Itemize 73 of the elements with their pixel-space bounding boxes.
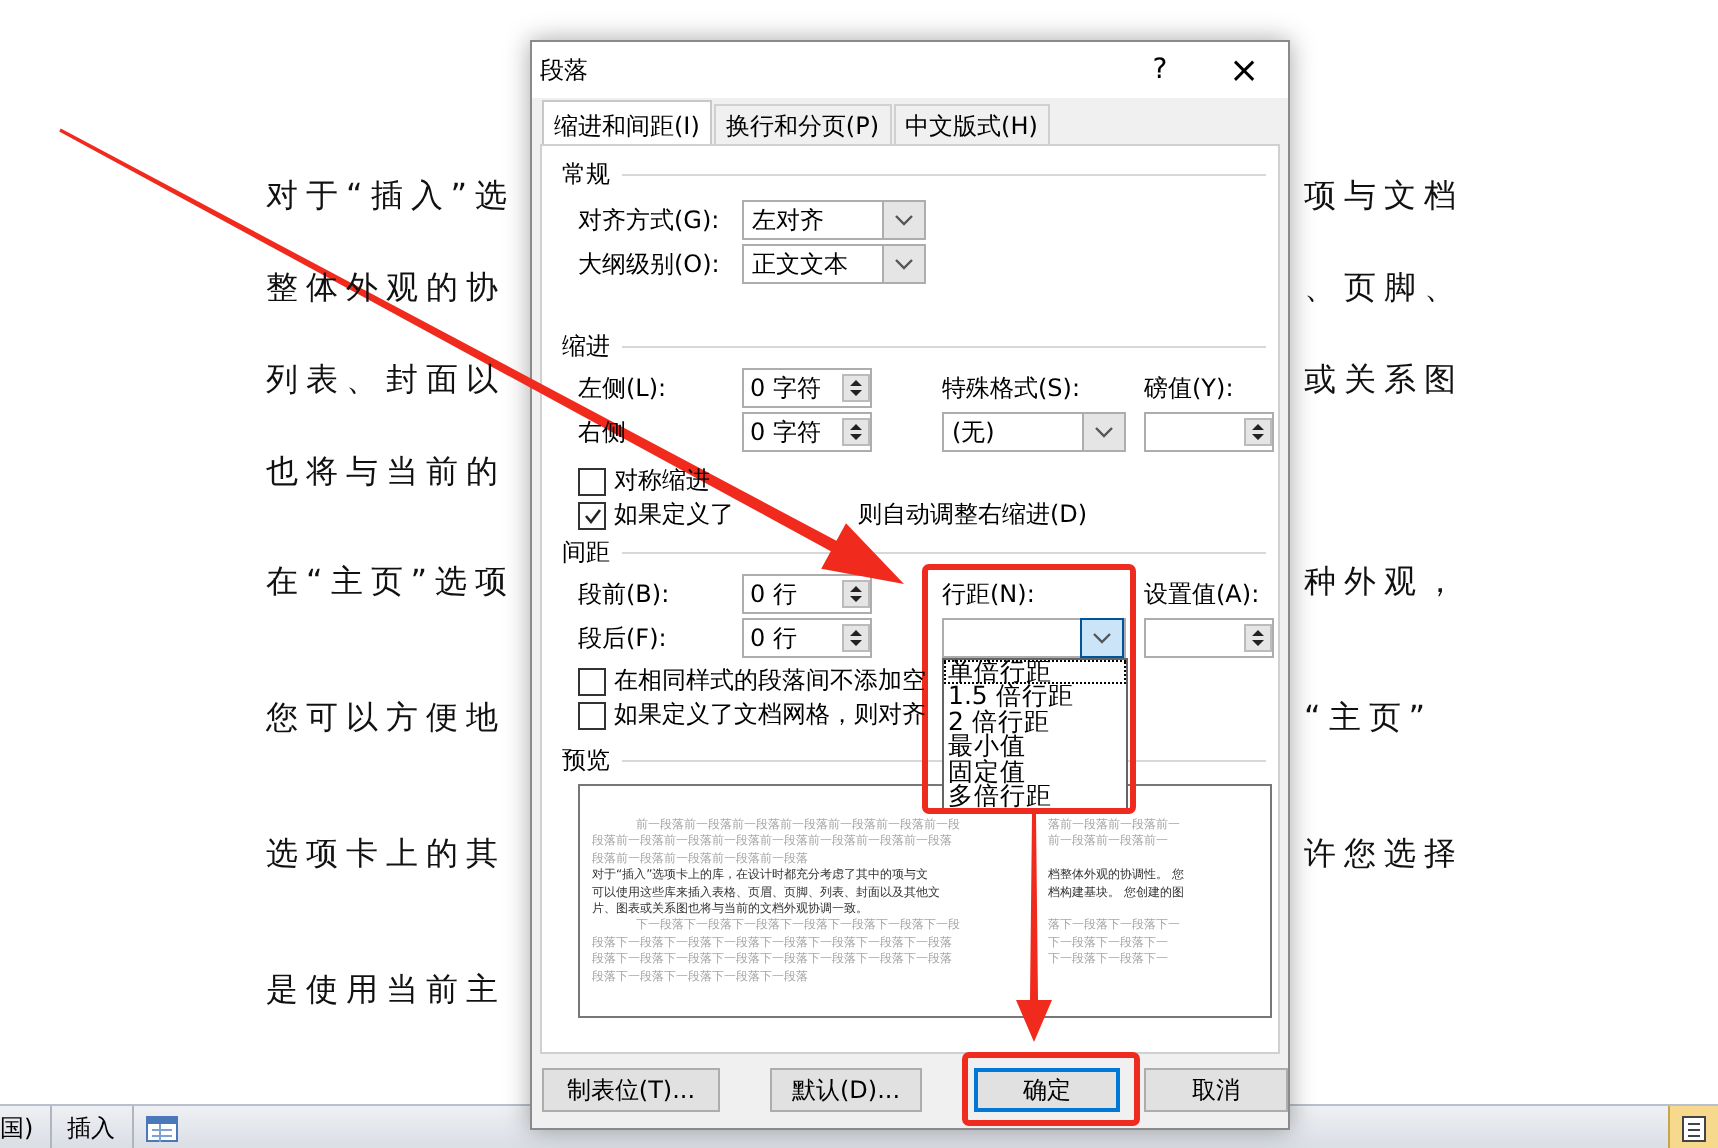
document-text: 您可以方便地 <box>266 696 508 740</box>
spin-field[interactable] <box>1144 618 1274 658</box>
document-text: 项与文档 <box>1304 174 1466 218</box>
field-label: 段前(B): <box>578 577 670 611</box>
checkbox-label: 如果定义了 <box>614 498 734 532</box>
field-label: 设置值(A): <box>1144 577 1260 611</box>
checkbox[interactable] <box>578 667 606 695</box>
spin-field[interactable]: 0 字符 <box>742 412 872 452</box>
document-text: 、页脚、 <box>1304 266 1466 310</box>
view-button[interactable] <box>1668 1106 1718 1148</box>
document-text: 许您选择 <box>1304 832 1466 876</box>
dropdown-option[interactable]: 多倍行距 <box>944 783 1126 809</box>
tab[interactable]: 换行和分页(P) <box>713 104 892 144</box>
checkbox[interactable] <box>578 467 606 495</box>
field-label: 对齐方式(G): <box>578 203 720 237</box>
field-label: 行距(N): <box>942 577 1035 611</box>
ok-button[interactable]: 确定 <box>974 1068 1120 1112</box>
table-icon <box>145 1115 178 1141</box>
document-text: 也将与当前的 <box>266 450 508 494</box>
help-button[interactable]: ? <box>1120 54 1200 86</box>
spin-arrows-icon <box>1244 624 1272 652</box>
field-label: 特殊格式(S): <box>942 371 1081 405</box>
group-heading: 常规 <box>562 157 610 191</box>
group-heading: 缩进 <box>562 329 610 363</box>
spin-arrows-icon <box>1244 418 1272 446</box>
dropdown-option[interactable]: 最小值 <box>944 734 1126 760</box>
spin-arrows-icon <box>842 624 870 652</box>
checkbox[interactable] <box>578 701 606 729</box>
spin-arrows-icon <box>842 418 870 446</box>
document-text: 或关系图 <box>1304 358 1466 402</box>
dropdown[interactable]: 正文文本 <box>742 244 926 284</box>
spin-field[interactable]: 0 行 <box>742 574 872 614</box>
dropdown-caret-icon <box>1092 632 1112 644</box>
dialog-button[interactable]: 制表位(T)... <box>542 1068 720 1112</box>
status-text: 国) <box>0 1106 52 1148</box>
document-text: 在“主页”选项 <box>266 560 518 604</box>
dropdown-caret-icon <box>894 258 914 270</box>
spin-arrows-icon <box>842 580 870 608</box>
spin-field[interactable]: 0 字符 <box>742 368 872 408</box>
document-text: 对于“插入”选 <box>266 174 518 218</box>
dialog-button[interactable]: 取消 <box>1144 1068 1288 1112</box>
check-icon <box>581 505 603 525</box>
dropdown[interactable] <box>942 618 1126 658</box>
dropdown-option[interactable]: 固定值 <box>944 759 1126 784</box>
document-text: “主页” <box>1304 696 1436 740</box>
dropdown-option[interactable]: 2 倍行距 <box>944 709 1126 735</box>
group-heading: 预览 <box>562 743 610 777</box>
field-label: 磅值(Y): <box>1144 371 1234 405</box>
field-label: 大纲级别(O): <box>578 247 720 281</box>
field-label: 段后(F): <box>578 621 667 655</box>
document-text: 列表、封面以 <box>266 358 508 402</box>
spin-arrows-icon <box>842 374 870 402</box>
document-text: 选项卡上的其 <box>266 832 508 876</box>
document-text: 是使用当前主 <box>266 968 508 1012</box>
checkbox[interactable] <box>578 501 606 529</box>
field-label: 左侧(L): <box>578 371 667 405</box>
spin-field[interactable]: 0 行 <box>742 618 872 658</box>
tab[interactable]: 中文版式(H) <box>893 104 1050 144</box>
dropdown[interactable]: 左对齐 <box>742 200 926 240</box>
document-view-icon <box>1682 1115 1706 1141</box>
dropdown[interactable]: (无) <box>942 412 1126 452</box>
dropdown-caret-icon <box>894 214 914 226</box>
checkbox-label: 则自动调整右缩进(D) <box>858 498 1088 532</box>
document-text: 种外观， <box>1304 560 1466 604</box>
dropdown-option[interactable]: 1.5 倍行距 <box>944 684 1126 710</box>
dialog-title: 段落 <box>540 53 590 87</box>
dropdown-caret-icon <box>1094 426 1114 438</box>
spin-field[interactable] <box>1144 412 1274 452</box>
close-button[interactable]: × <box>1200 49 1288 91</box>
dialog-button[interactable]: 默认(D)... <box>770 1068 922 1112</box>
group-heading: 间距 <box>562 535 610 569</box>
status-text[interactable]: 插入 <box>51 1106 134 1148</box>
tab[interactable]: 缩进和间距(I) <box>542 100 712 144</box>
